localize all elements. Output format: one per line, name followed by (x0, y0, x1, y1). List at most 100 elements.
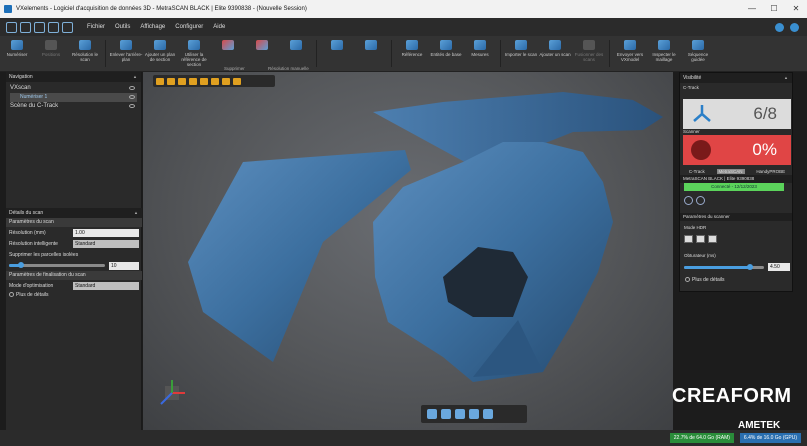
shading-icon[interactable] (469, 409, 479, 419)
resolution-icon (79, 40, 91, 50)
hdr-mode-2-icon[interactable] (696, 235, 705, 243)
ribbon-entities-button[interactable]: Entités de base (429, 36, 463, 72)
ribbon-reference-button[interactable]: Référence (395, 36, 429, 72)
ribbon-resolution-button[interactable]: Résolution le scan (68, 36, 102, 72)
menu-view[interactable]: Affichage (140, 24, 165, 30)
home-icon[interactable] (6, 21, 17, 33)
toggle-metrascan[interactable]: MetraSCAN (716, 168, 745, 174)
menu-bar: Fichier Outils Affichage Configurer Aide (0, 18, 807, 36)
delete-tool-2-icon (290, 40, 302, 50)
account-icon[interactable] (775, 22, 784, 32)
menu-right-icons (775, 22, 799, 32)
help-icon[interactable] (790, 22, 799, 32)
menu-file[interactable]: Fichier (87, 24, 105, 30)
ribbon-merge-button[interactable]: Fusionner des scans (572, 36, 606, 72)
device-info-icon[interactable] (696, 196, 705, 205)
close-button[interactable]: ✕ (785, 0, 807, 18)
render-mode-icon[interactable] (427, 409, 437, 419)
slider-thumb[interactable] (746, 263, 753, 270)
ribbon-toolbar: Numériser Positions Résolution le scan E… (0, 36, 807, 72)
target-settings-icon[interactable] (684, 196, 693, 205)
scanner-more-details-link[interactable]: Plus de détails (682, 276, 725, 285)
status-bar: 22.7% de 64.0 Go (RAM) 6.4% de 16.0 Go (… (0, 430, 807, 446)
undo-icon[interactable] (62, 21, 73, 33)
settings-icon[interactable] (455, 409, 465, 419)
menu-configure[interactable]: Configurer (175, 24, 203, 30)
minimize-button[interactable]: — (741, 0, 763, 18)
menu-help[interactable]: Aide (213, 24, 225, 30)
optimization-select[interactable]: Standard (73, 281, 139, 290)
tree-item-vxscan[interactable]: VXscan (10, 84, 137, 93)
slider-thumb[interactable] (17, 262, 24, 268)
tree-item-ctrack-scene[interactable]: Scène du C-Track (10, 102, 137, 111)
ribbon-scan-button[interactable]: Numériser (0, 36, 34, 72)
toggle-handyprobe[interactable]: HandyPROBE (756, 169, 785, 174)
title-bar: VXelements - Logiciel d'acquisition de d… (0, 0, 807, 18)
ribbon-section-plane-button[interactable]: Ajouter un plan de section (143, 36, 177, 72)
new-session-icon[interactable] (20, 21, 31, 33)
visibility-eye-icon[interactable] (129, 104, 135, 108)
tree-item-scan-1[interactable]: Numériser 1 (10, 93, 137, 102)
smart-resolution-select[interactable]: Standard (73, 239, 139, 248)
navigation-header[interactable]: Navigation (6, 72, 141, 82)
ribbon-resolution-tool-button[interactable] (320, 36, 354, 72)
ribbon-guided-sequence-button[interactable]: Séquence guidée (681, 36, 715, 72)
ribbon-import-scan-button[interactable]: Importer le scan (504, 36, 538, 72)
hdr-mode-3-icon[interactable] (708, 235, 717, 243)
lighting-icon[interactable] (441, 409, 451, 419)
quick-access-toolbar (6, 21, 73, 33)
delete-icon (222, 40, 234, 50)
shutter-label: Obturateur (ms) (684, 253, 716, 258)
ribbon-resolution-tool-2-button[interactable] (354, 36, 388, 72)
open-icon[interactable] (34, 21, 45, 33)
scan-details-header[interactable]: Détails du scan (6, 208, 142, 218)
ribbon-measures-button[interactable]: Mesures (463, 36, 497, 72)
delete-tool-icon (256, 40, 268, 50)
isolated-patches-input[interactable]: 10 (109, 261, 139, 270)
optimization-row: Mode d'optimisation Standard (6, 280, 142, 291)
shutter-slider[interactable] (684, 263, 764, 270)
section-plane-icon (154, 40, 166, 50)
orientation-triad[interactable] (157, 378, 187, 408)
left-panel: Navigation VXscan Numériser 1 Scène du C… (6, 72, 142, 430)
ribbon-section-reference-button[interactable]: Utiliser la référence de section (177, 36, 211, 72)
ribbon-add-scan-button[interactable]: Ajouter un scan (538, 36, 572, 72)
app-window: VXelements - Logiciel d'acquisition de d… (0, 0, 807, 446)
scan-params-header[interactable]: Paramètres du scan (6, 218, 142, 227)
ctrack-tripod-icon (693, 105, 711, 122)
ctrack-indicator: 6/8 (683, 99, 791, 129)
plus-icon (685, 277, 690, 283)
ctrack-value: 6/8 (753, 104, 777, 123)
more-details-link[interactable]: Plus de détails (6, 291, 142, 300)
texture-icon[interactable] (483, 409, 493, 419)
ribbon-positions-button[interactable]: Positions (34, 36, 68, 72)
device-header: MetraSCAN BLACK | Elite 9390838 (680, 175, 792, 183)
isolated-patches-label: Supprimer les parcelles isolées (9, 251, 79, 258)
isolated-patches-slider[interactable] (9, 262, 105, 268)
save-icon[interactable] (48, 21, 59, 33)
scanner-params-header[interactable]: Paramètres du scanner (680, 213, 792, 221)
hdr-mode-1-icon[interactable] (684, 235, 693, 243)
toggle-ctrack[interactable]: C-Track (689, 169, 705, 174)
3d-viewport[interactable] (143, 72, 673, 430)
visibility-eye-icon[interactable] (129, 86, 135, 90)
finalization-header[interactable]: Paramètres de finalisation du scan (6, 271, 142, 280)
navigation-tree: VXscan Numériser 1 Scène du C-Track (6, 82, 141, 113)
visibility-panel: Visibilité C-Track 6/8 Scanner 0% C-Trac… (679, 72, 793, 292)
section-reference-icon (188, 40, 200, 50)
ribbon-remove-background-button[interactable]: Enlever l'arrière-plan (109, 36, 143, 72)
slider-fill (684, 265, 750, 269)
ribbon-inspect-mesh-button[interactable]: Inspecter le maillage (647, 36, 681, 72)
maximize-button[interactable]: ☐ (763, 0, 785, 18)
menu-tools[interactable]: Outils (115, 24, 130, 30)
isolated-patches-row: 10 (6, 260, 142, 271)
device-toggles: C-Track MetraSCAN HandyPROBE (683, 167, 791, 175)
visibility-eye-icon[interactable] (129, 95, 135, 99)
gpu-usage: 6.4% de 16.0 Go (GPU) (739, 433, 801, 443)
ribbon-send-vxmodel-button[interactable]: Envoyer vers VXmodel (613, 36, 647, 72)
resolution-input[interactable]: 1.00 (73, 228, 139, 237)
window-controls: — ☐ ✕ (741, 0, 807, 18)
visibility-header[interactable]: Visibilité (680, 73, 792, 83)
shutter-input[interactable]: 4.50 (768, 263, 790, 271)
remove-background-icon (120, 40, 132, 50)
